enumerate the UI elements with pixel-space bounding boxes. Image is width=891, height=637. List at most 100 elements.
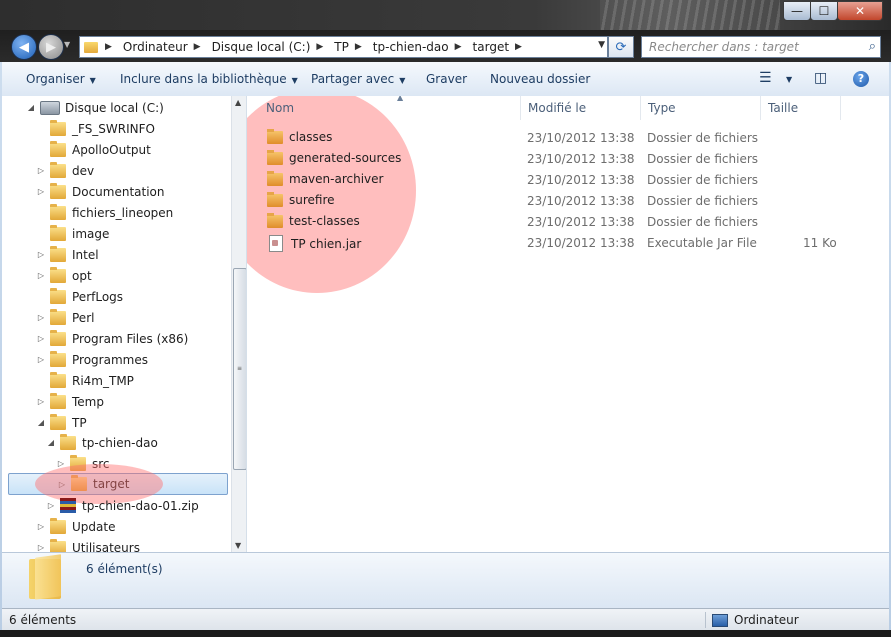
tree-item[interactable]: ▷ Programmes bbox=[36, 349, 148, 370]
scroll-up-icon[interactable]: ▲ bbox=[235, 98, 241, 107]
file-type: Dossier de fichiers bbox=[647, 215, 759, 229]
column-header-type[interactable]: Type bbox=[641, 96, 761, 120]
tree-item[interactable]: _FS_SWRINFO bbox=[36, 118, 155, 139]
tree-item[interactable]: Ri4m_TMP bbox=[36, 370, 134, 391]
search-icon[interactable]: ⌕ bbox=[869, 39, 876, 54]
tree-item-update[interactable]: ▷ Update bbox=[36, 516, 115, 537]
column-header-modified[interactable]: Modifié le bbox=[521, 96, 641, 120]
refresh-button[interactable]: ⟳ bbox=[608, 36, 634, 58]
scroll-down-icon[interactable]: ▼ bbox=[235, 541, 241, 550]
expand-arrow-icon[interactable]: ▷ bbox=[36, 397, 46, 406]
tree-item[interactable]: ◢ TP bbox=[36, 412, 87, 433]
folder-icon bbox=[50, 392, 66, 409]
breadcrumb-separator[interactable]: ▶ bbox=[102, 37, 120, 57]
view-options-icon[interactable]: ☰ bbox=[759, 70, 772, 86]
back-button[interactable]: ◀ bbox=[11, 34, 37, 60]
recent-pages-dropdown[interactable]: ▼ bbox=[64, 40, 70, 49]
breadcrumb-disque[interactable]: Disque local (C:) ▶ bbox=[209, 37, 332, 57]
jar-file-icon bbox=[269, 235, 283, 252]
tree-item[interactable]: image bbox=[36, 223, 109, 244]
file-type: Dossier de fichiers bbox=[647, 131, 759, 145]
file-type: Dossier de fichiers bbox=[647, 194, 759, 208]
folder-icon bbox=[50, 287, 66, 304]
breadcrumb-label: Disque local (C:) bbox=[211, 40, 311, 54]
tree-item-label: PerfLogs bbox=[72, 289, 124, 304]
file-row[interactable]: surefire 23/10/2012 13:38 Dossier de fichi… bbox=[247, 190, 889, 211]
column-header-size[interactable]: Taille bbox=[761, 96, 841, 120]
expand-arrow-icon[interactable]: ◢ bbox=[26, 103, 36, 112]
tree-item-label: Program Files (x86) bbox=[72, 331, 189, 346]
tree-item[interactable]: ▷ Program Files (x86) bbox=[36, 328, 188, 349]
expand-arrow-icon[interactable]: ▷ bbox=[36, 543, 46, 552]
scroll-thumb[interactable]: ≡ bbox=[233, 268, 246, 470]
folder-icon bbox=[50, 161, 66, 178]
minimize-button[interactable]: — bbox=[783, 1, 811, 21]
arrow-left-icon: ◀ bbox=[19, 39, 29, 55]
column-header-name[interactable]: Nom ▲ bbox=[259, 96, 521, 120]
tree-item[interactable]: ▷ Intel bbox=[36, 244, 99, 265]
address-bar[interactable]: ▶ Ordinateur ▶ Disque local (C:) ▶ TP ▶ tp-… bbox=[79, 36, 608, 58]
expand-arrow-icon[interactable]: ▷ bbox=[36, 355, 46, 364]
tree-item-utilisateurs[interactable]: ▷ Utilisateurs bbox=[36, 537, 140, 552]
file-row[interactable]: classes 23/10/2012 13:38 Dossier de fichie… bbox=[247, 127, 889, 148]
breadcrumb-ordinateur[interactable]: Ordinateur ▶ bbox=[120, 37, 209, 57]
navigation-scrollbar[interactable]: ▲ ≡ ▼ bbox=[231, 96, 246, 552]
maximize-button[interactable]: ☐ bbox=[810, 1, 838, 21]
search-input[interactable]: Rechercher dans : target ⌕ bbox=[641, 36, 881, 58]
column-label: Modifié le bbox=[528, 101, 587, 115]
close-button[interactable]: ✕ bbox=[837, 1, 883, 21]
share-button[interactable]: Partager avec ▼ bbox=[311, 72, 405, 86]
file-row[interactable]: test-classes 23/10/2012 13:38 Dossier de f… bbox=[247, 211, 889, 232]
explorer-window: — ☐ ✕ ◀ ▶ ▼ ▶ Ordinateur ▶ Disque local (… bbox=[0, 0, 891, 637]
include-library-button[interactable]: Inclure dans la bibliothèque ▼ bbox=[120, 72, 298, 86]
tree-item-label: Temp bbox=[72, 394, 104, 409]
status-item-count: 6 éléments bbox=[9, 613, 77, 627]
organize-button[interactable]: Organiser ▼ bbox=[26, 72, 96, 86]
file-row[interactable]: maven-archiver 23/10/2012 13:38 Dossier de… bbox=[247, 169, 889, 190]
tree-item[interactable]: fichiers_lineopen bbox=[36, 202, 173, 223]
expand-arrow-icon[interactable]: ▷ bbox=[36, 166, 46, 175]
tree-item-zip[interactable]: ▷ tp-chien-dao-01.zip bbox=[46, 495, 199, 516]
new-folder-button[interactable]: Nouveau dossier bbox=[490, 72, 590, 86]
tree-item[interactable]: ▷ Temp bbox=[36, 391, 104, 412]
expand-arrow-icon[interactable]: ▷ bbox=[36, 522, 46, 531]
breadcrumb-tp[interactable]: TP ▶ bbox=[331, 37, 370, 57]
file-row[interactable]: TP chien.jar 23/10/2012 13:38 Executable J… bbox=[247, 232, 889, 253]
item-count: 6 élément(s) bbox=[86, 562, 163, 576]
tree-item[interactable]: ▷ opt bbox=[36, 265, 92, 286]
view-dropdown[interactable]: ▼ bbox=[786, 75, 792, 84]
expand-arrow-icon[interactable]: ▷ bbox=[36, 334, 46, 343]
file-date: 23/10/2012 13:38 bbox=[527, 152, 635, 166]
breadcrumb-target[interactable]: target ▶ bbox=[470, 37, 530, 57]
help-icon[interactable]: ? bbox=[853, 71, 869, 87]
tree-item[interactable]: PerfLogs bbox=[36, 286, 123, 307]
tree-item[interactable]: ApolloOutput bbox=[36, 139, 151, 160]
preview-pane-icon[interactable]: ◫ bbox=[814, 70, 827, 86]
folder-icon bbox=[50, 350, 66, 367]
tree-item[interactable]: ▷ dev bbox=[36, 160, 94, 181]
expand-arrow-icon[interactable]: ▷ bbox=[36, 187, 46, 196]
breadcrumb-label: tp-chien-dao bbox=[372, 40, 449, 54]
burn-button[interactable]: Graver bbox=[426, 72, 467, 86]
status-bar: 6 éléments Ordinateur bbox=[2, 608, 889, 631]
forward-button[interactable]: ▶ bbox=[38, 34, 64, 60]
file-name: test-classes bbox=[289, 214, 360, 228]
address-dropdown[interactable]: ▼ bbox=[598, 40, 605, 50]
tree-item[interactable]: ▷ Perl bbox=[36, 307, 94, 328]
tree-item-tp-chien-dao[interactable]: ◢ tp-chien-dao bbox=[46, 432, 158, 453]
tree-item-label: opt bbox=[72, 268, 92, 283]
tree-item-disque-local[interactable]: ◢ Disque local (C:) bbox=[26, 97, 164, 118]
tree-item[interactable]: ▷ Documentation bbox=[36, 181, 165, 202]
expand-arrow-icon[interactable]: ◢ bbox=[36, 418, 46, 427]
expand-arrow-icon[interactable]: ▷ bbox=[36, 250, 46, 259]
expand-arrow-icon[interactable]: ◢ bbox=[46, 438, 56, 447]
expand-arrow-icon[interactable]: ▷ bbox=[46, 501, 56, 510]
expand-arrow-icon[interactable]: ▷ bbox=[36, 271, 46, 280]
folder-icon bbox=[50, 329, 66, 346]
title-bar[interactable]: — ☐ ✕ bbox=[0, 0, 891, 30]
file-type: Dossier de fichiers bbox=[647, 152, 759, 166]
breadcrumb-tp-chien-dao[interactable]: tp-chien-dao ▶ bbox=[370, 37, 470, 57]
expand-arrow-icon[interactable]: ▷ bbox=[36, 313, 46, 322]
folder-icon bbox=[267, 170, 283, 186]
file-row[interactable]: generated-sources 23/10/2012 13:38 Dossier… bbox=[247, 148, 889, 169]
